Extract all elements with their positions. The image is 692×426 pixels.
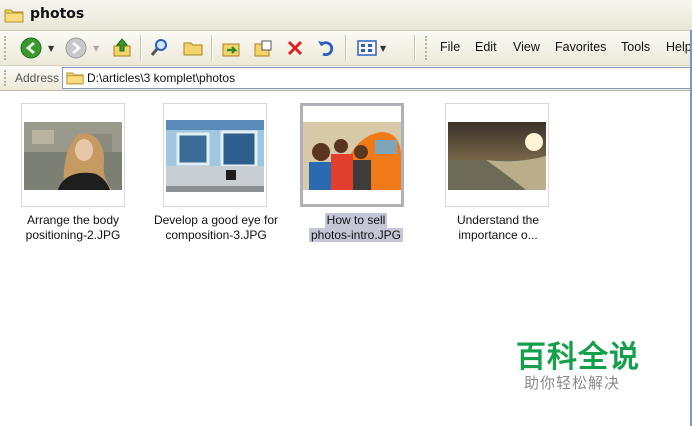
views-dropdown-icon[interactable]: ▼ [380, 44, 386, 53]
menu-tools[interactable]: Tools [621, 40, 650, 54]
photo-building-image [166, 120, 264, 192]
menu-file[interactable]: File [440, 40, 460, 54]
toolbar-separator [345, 35, 347, 61]
file-name[interactable]: Develop a good eye for composition-3.JPG [141, 213, 291, 242]
file-name[interactable]: Arrange the body positioning-2.JPG [0, 213, 148, 242]
folder-icon [4, 7, 24, 27]
forward-button[interactable] [63, 35, 89, 61]
undo-button[interactable] [313, 35, 339, 61]
watermark-title: 百科全说 [516, 340, 640, 375]
delete-icon [287, 40, 303, 56]
folders-icon [183, 42, 203, 56]
search-button[interactable] [147, 35, 173, 61]
address-path: D:\articles\3 komplet\photos [87, 71, 236, 85]
photo-woman-image [24, 122, 122, 190]
back-dropdown-icon[interactable]: ▼ [48, 44, 54, 53]
watermark-subtitle: 助你轻松解决 [524, 374, 621, 392]
address-label: Address [15, 71, 60, 85]
forward-arrow-icon [65, 37, 87, 59]
toolbar-grip[interactable] [4, 36, 8, 60]
file-name[interactable]: Understand the importance o... [423, 213, 573, 242]
copy-to-button[interactable] [250, 35, 276, 61]
up-folder-button[interactable] [109, 35, 135, 61]
thumbnail-selected[interactable] [300, 103, 404, 207]
back-button[interactable] [18, 35, 44, 61]
thumbnail[interactable] [21, 103, 125, 207]
move-to-icon [222, 43, 240, 57]
photo-sunset-image [448, 122, 546, 190]
forward-dropdown-icon[interactable]: ▼ [93, 44, 99, 53]
menubar-grip[interactable] [425, 36, 429, 60]
toolbar-separator [211, 35, 213, 61]
address-bar: Address D:\articles\3 komplet\photos [0, 66, 692, 91]
views-button[interactable] [354, 35, 380, 61]
search-icon [150, 39, 167, 56]
toolbar: ▼ ▼ ▼ File Edit View Favorites Tools Hel… [0, 31, 692, 66]
back-arrow-icon [20, 37, 42, 59]
title-bar: photos [0, 0, 692, 31]
toolbar-separator [414, 35, 416, 61]
thumbnail[interactable] [163, 103, 267, 207]
window-title: photos [30, 6, 85, 22]
toolbar-separator [140, 35, 142, 61]
menu-favorites[interactable]: Favorites [555, 40, 606, 54]
folders-button[interactable] [180, 35, 206, 61]
menu-edit[interactable]: Edit [475, 40, 497, 54]
address-input[interactable]: D:\articles\3 komplet\photos [62, 67, 692, 89]
photo-kids-car-image [303, 122, 401, 190]
file-view: Arrange the body positioning-2.JPG Devel… [0, 91, 692, 426]
file-name-selected[interactable]: How to sell photos-intro.JPG [281, 213, 431, 242]
move-to-button[interactable] [218, 35, 244, 61]
delete-button[interactable] [282, 35, 308, 61]
menu-help[interactable]: Help [666, 40, 692, 54]
copy-to-icon [254, 40, 272, 57]
folder-icon [66, 70, 84, 89]
up-folder-icon [113, 38, 131, 57]
thumbnail[interactable] [445, 103, 549, 207]
address-grip[interactable] [4, 70, 8, 86]
menu-view[interactable]: View [513, 40, 540, 54]
views-icon [357, 40, 377, 56]
undo-icon [318, 41, 334, 56]
